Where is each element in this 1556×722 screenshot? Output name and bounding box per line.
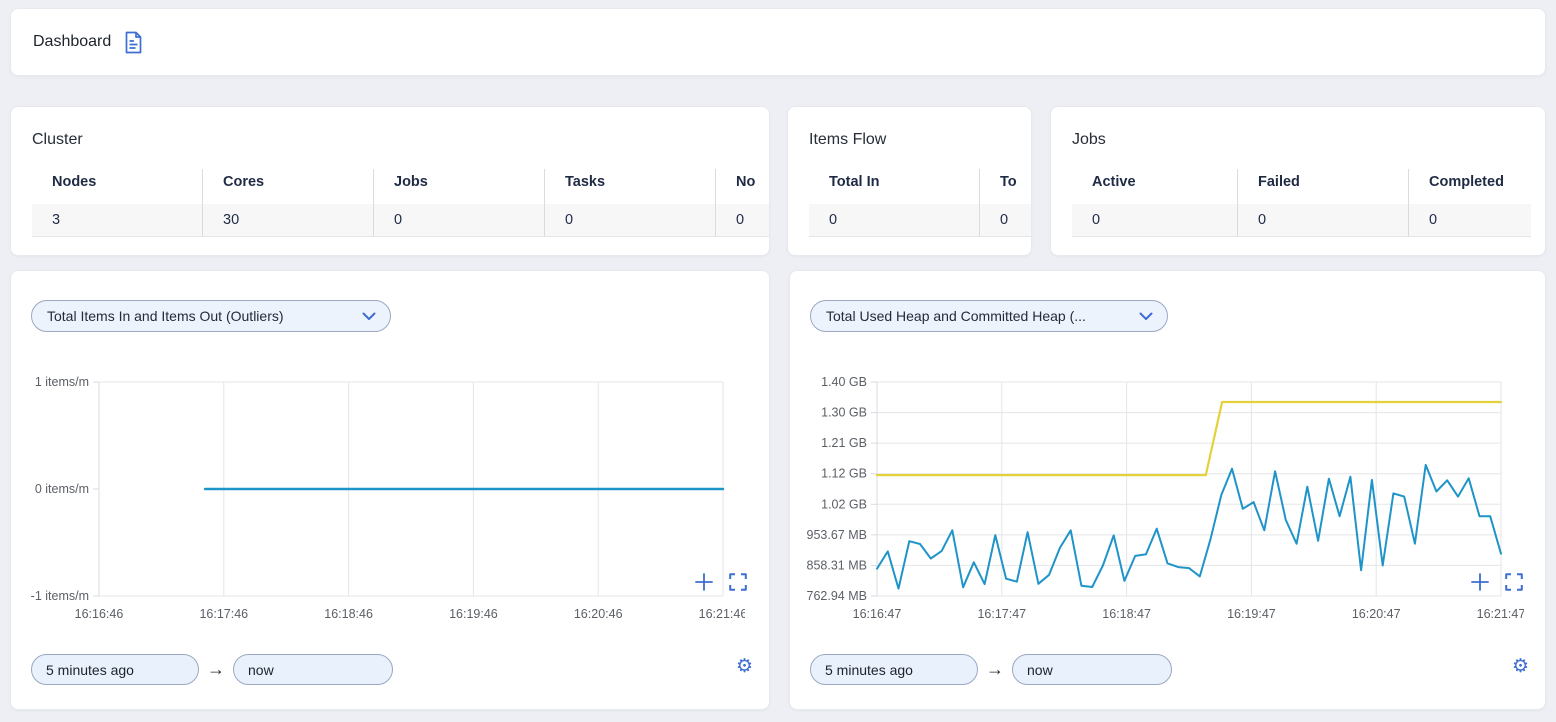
stat-column-header: Failed (1238, 169, 1408, 195)
stat-column-value: 0 (716, 204, 770, 237)
stat-column: Nodes 3 (32, 169, 202, 237)
stat-column-value: 3 (32, 204, 202, 237)
cluster-card: Cluster Nodes3Cores30Jobs0Tasks0No0 (10, 106, 770, 256)
stat-column-value: 0 (1238, 204, 1408, 237)
stat-column-value: 0 (980, 204, 1032, 237)
stat-column: Failed 0 (1237, 169, 1408, 237)
stat-column: Completed 0 (1408, 169, 1531, 237)
svg-text:16:18:47: 16:18:47 (1102, 607, 1151, 621)
stat-column-value: 0 (1072, 204, 1237, 237)
arrow-right-icon: → (986, 659, 1004, 680)
time-range-controls: 5 minutes ago → now (31, 654, 393, 685)
svg-text:762.94 MB: 762.94 MB (807, 589, 867, 603)
stat-column-value: 0 (545, 204, 715, 237)
time-from-input[interactable]: 5 minutes ago (810, 654, 978, 685)
time-from-value: 5 minutes ago (46, 662, 134, 678)
stat-column-value: 30 (203, 204, 373, 237)
header-bar: Dashboard (10, 8, 1546, 76)
jobs-card-title: Jobs (1072, 131, 1106, 149)
stat-column: No 0 (715, 169, 770, 237)
gear-icon[interactable]: ⚙ (1512, 657, 1529, 676)
stat-column: Active 0 (1072, 169, 1237, 237)
time-range-controls: 5 minutes ago → now (810, 654, 1172, 685)
svg-text:1.30 GB: 1.30 GB (821, 406, 867, 420)
stat-column-header: To (980, 169, 1032, 195)
jobs-card: Jobs Active0Failed0Completed0 (1050, 106, 1546, 256)
items-flow-card-title: Items Flow (809, 131, 886, 149)
metric-select-label: Total Used Heap and Committed Heap (... (826, 308, 1086, 324)
jobs-stats-table: Active0Failed0Completed0 (1072, 169, 1531, 237)
series-used-heap-mb (877, 465, 1501, 589)
items-line-chart: 16:16:46 16:17:46 16:18:46 16:19:46 16:20:46… (21, 371, 745, 629)
svg-text:-1 items/m: -1 items/m (31, 589, 89, 603)
svg-text:16:19:46: 16:19:46 (449, 607, 498, 621)
stat-column-header: Nodes (32, 169, 202, 195)
svg-text:953.67 MB: 953.67 MB (807, 528, 867, 542)
chevron-down-icon (1139, 312, 1153, 321)
items-chart-panel: Total Items In and Items Out (Outliers) … (10, 270, 770, 710)
svg-text:1.21 GB: 1.21 GB (821, 436, 867, 450)
stat-column-value: 0 (374, 204, 544, 237)
svg-text:16:16:47: 16:16:47 (853, 607, 902, 621)
stat-column-header: Active (1072, 169, 1237, 195)
heap-chart-panel: Total Used Heap and Committed Heap (... … (789, 270, 1546, 710)
svg-text:1.40 GB: 1.40 GB (821, 375, 867, 389)
items-flow-card: Items Flow Total In0To0 (787, 106, 1032, 256)
time-from-value: 5 minutes ago (825, 662, 913, 678)
svg-text:16:20:46: 16:20:46 (574, 607, 623, 621)
time-to-value: now (1027, 662, 1053, 678)
svg-text:16:16:46: 16:16:46 (75, 607, 124, 621)
time-to-input[interactable]: now (1012, 654, 1172, 685)
cluster-card-title: Cluster (32, 131, 83, 149)
items-flow-stats-table: Total In0To0 (809, 169, 1032, 237)
time-to-input[interactable]: now (233, 654, 393, 685)
metric-select-label: Total Items In and Items Out (Outliers) (47, 308, 284, 324)
gear-icon[interactable]: ⚙ (736, 657, 753, 676)
cluster-stats-table: Nodes3Cores30Jobs0Tasks0No0 (32, 169, 770, 237)
svg-text:1.02 GB: 1.02 GB (821, 497, 867, 511)
svg-text:16:18:46: 16:18:46 (324, 607, 373, 621)
svg-text:16:17:47: 16:17:47 (977, 607, 1026, 621)
svg-text:1 items/m: 1 items/m (35, 375, 89, 389)
stat-column-value: 0 (1409, 204, 1531, 237)
svg-text:16:17:46: 16:17:46 (199, 607, 248, 621)
heap-line-chart: 16:16:47 16:17:47 16:18:47 16:19:47 16:20:47… (800, 371, 1524, 629)
stat-column: To 0 (979, 169, 1032, 237)
svg-text:16:19:47: 16:19:47 (1227, 607, 1276, 621)
metric-select[interactable]: Total Used Heap and Committed Heap (... (810, 300, 1168, 332)
stat-column-header: Tasks (545, 169, 715, 195)
stat-column-header: Total In (809, 169, 979, 195)
time-to-value: now (248, 662, 274, 678)
stat-column: Jobs 0 (373, 169, 544, 237)
svg-text:16:21:46: 16:21:46 (699, 607, 745, 621)
svg-text:16:21:47: 16:21:47 (1477, 607, 1524, 621)
svg-text:858.31 MB: 858.31 MB (807, 558, 867, 572)
stat-column-header: Jobs (374, 169, 544, 195)
document-icon[interactable] (124, 31, 143, 54)
stat-column: Tasks 0 (544, 169, 715, 237)
stat-column-header: Completed (1409, 169, 1531, 195)
time-from-input[interactable]: 5 minutes ago (31, 654, 199, 685)
svg-text:1.12 GB: 1.12 GB (821, 467, 867, 481)
stat-column: Total In 0 (809, 169, 979, 237)
page-title: Dashboard (33, 33, 111, 51)
metric-select[interactable]: Total Items In and Items Out (Outliers) (31, 300, 391, 332)
stat-column: Cores 30 (202, 169, 373, 237)
svg-text:0 items/m: 0 items/m (35, 482, 89, 496)
svg-text:16:20:47: 16:20:47 (1352, 607, 1401, 621)
chevron-down-icon (362, 312, 376, 321)
stat-column-header: No (716, 169, 770, 195)
arrow-right-icon: → (207, 659, 225, 680)
stat-column-header: Cores (203, 169, 373, 195)
stat-column-value: 0 (809, 204, 979, 237)
